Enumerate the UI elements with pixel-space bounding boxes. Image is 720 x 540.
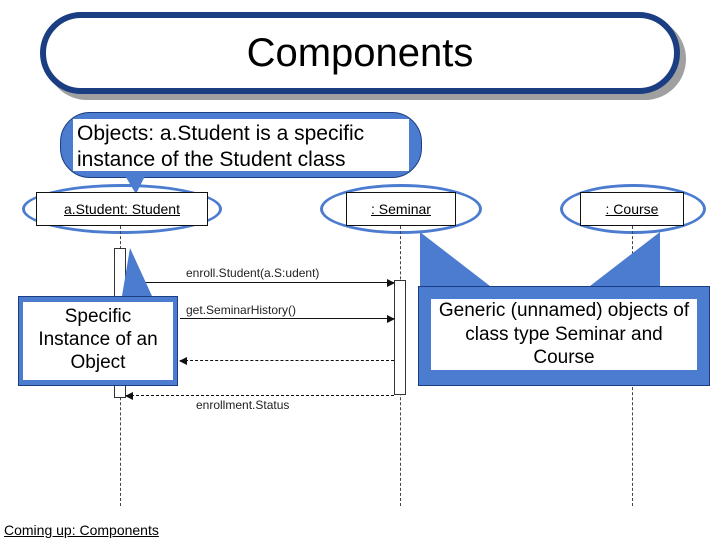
object-box-course: : Course — [580, 192, 684, 226]
description-callout: Objects: a.Student is a specific instanc… — [60, 112, 422, 178]
message-enroll-label: enroll.Student(a.S:udent) — [186, 266, 319, 280]
arrow-left-icon — [125, 392, 133, 400]
footer-text: Coming up: Components — [4, 522, 159, 538]
activation-seminar — [394, 280, 406, 395]
specific-callout: Specific Instance of an Object — [18, 296, 178, 386]
description-text: Objects: a.Student is a specific instanc… — [73, 119, 409, 171]
generic-callout-tail-2 — [590, 232, 660, 286]
message-return-history — [180, 360, 394, 361]
generic-callout-text: Generic (unnamed) objects of class type … — [431, 299, 697, 370]
message-get-history-label: get.SeminarHistory() — [186, 303, 296, 317]
generic-callout-tail-1 — [420, 232, 490, 286]
message-get-history — [180, 318, 394, 319]
arrow-right-icon — [387, 315, 395, 323]
specific-callout-text: Specific Instance of an Object — [23, 302, 173, 379]
page-title: Components — [247, 31, 474, 76]
specific-callout-tail — [122, 248, 152, 296]
message-status-label: enrollment.Status — [196, 398, 289, 412]
generic-callout-inner: Generic (unnamed) objects of class type … — [425, 293, 703, 379]
arrow-left-icon — [179, 357, 187, 365]
object-box-seminar: : Seminar — [346, 192, 456, 226]
message-return-status — [126, 395, 394, 396]
object-box-student: a.Student: Student — [36, 192, 208, 226]
title-pill: Components — [40, 12, 680, 94]
arrow-right-icon — [387, 279, 395, 287]
generic-callout: Generic (unnamed) objects of class type … — [418, 286, 710, 386]
title-banner: Components — [40, 12, 680, 100]
message-enroll — [126, 282, 394, 283]
